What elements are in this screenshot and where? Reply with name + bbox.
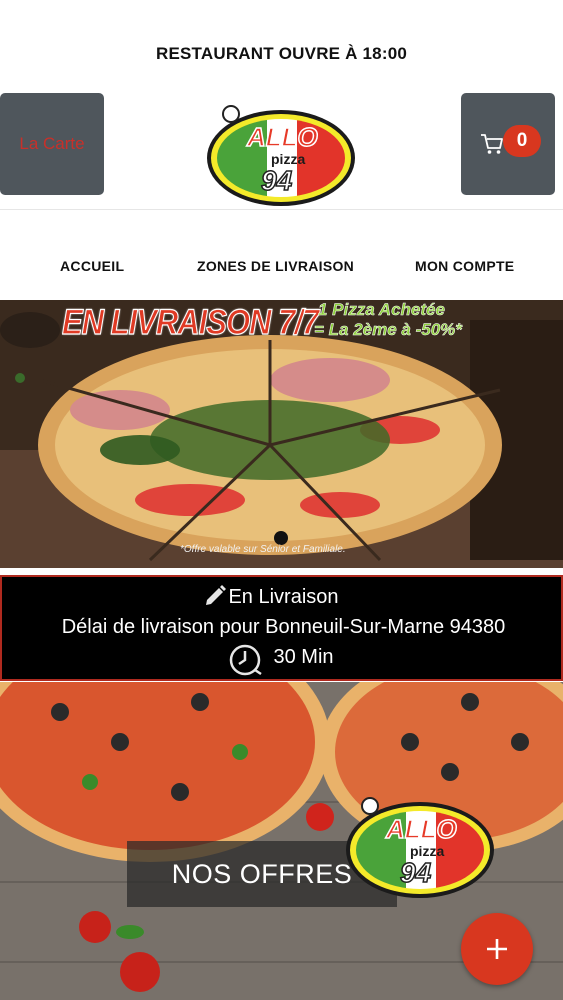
offers-logo: ALLO pizza 94 — [344, 794, 496, 900]
main-nav: ACCUEIL ZONES DE LIVRAISON MON COMPTE — [0, 250, 563, 286]
banner-title: EN LIVRAISON 7/7 — [61, 301, 319, 343]
delivery-delay-text: Délai de livraison pour Bonneuil-Sur-Mar… — [61, 616, 506, 638]
cart-count-badge: 0 — [503, 125, 541, 157]
logo-graphic-2: ALLO pizza 94 — [346, 797, 494, 898]
top-bar: RESTAURANT OUVRE À 18:00 — [0, 0, 563, 92]
banner-promo-line1: 1 Pizza Achetée — [318, 300, 445, 320]
app-screen: RESTAURANT OUVRE À 18:00 La Carte ALLO p… — [0, 0, 563, 1000]
opening-status: RESTAURANT OUVRE À 18:00 — [155, 44, 408, 63]
nav-item-accueil[interactable]: ACCUEIL — [60, 258, 124, 274]
add-button[interactable] — [461, 913, 533, 985]
delivery-mode: En Livraison — [228, 586, 339, 608]
carousel-indicator[interactable] — [274, 531, 288, 545]
delivery-time: 30 Min — [273, 646, 334, 668]
cart-button[interactable]: 0 — [461, 93, 555, 195]
banner-footnote: *Offre valable sur Sénior et Familiale. — [180, 544, 346, 555]
cart-icon — [481, 134, 503, 154]
svg-text:ALLO: ALLO — [385, 814, 457, 844]
menu-button[interactable]: La Carte — [0, 93, 104, 195]
nav-item-zones-livraison[interactable]: ZONES DE LIVRAISON — [197, 258, 354, 274]
plus-icon — [487, 939, 507, 959]
svg-text:94: 94 — [400, 857, 432, 888]
header-divider — [0, 209, 563, 210]
brand-logo[interactable]: ALLO pizza 94 — [205, 102, 357, 208]
nav-item-mon-compte[interactable]: MON COMPTE — [415, 258, 514, 274]
svg-text:ALLO: ALLO — [246, 122, 318, 152]
banner-promo-line2: = La 2ème à -50%* — [314, 320, 462, 340]
svg-text:94: 94 — [261, 165, 293, 196]
delivery-info-panel[interactable]: En Livraison Délai de livraison pour Bon… — [0, 575, 563, 681]
logo-graphic: ALLO pizza 94 — [207, 105, 355, 206]
